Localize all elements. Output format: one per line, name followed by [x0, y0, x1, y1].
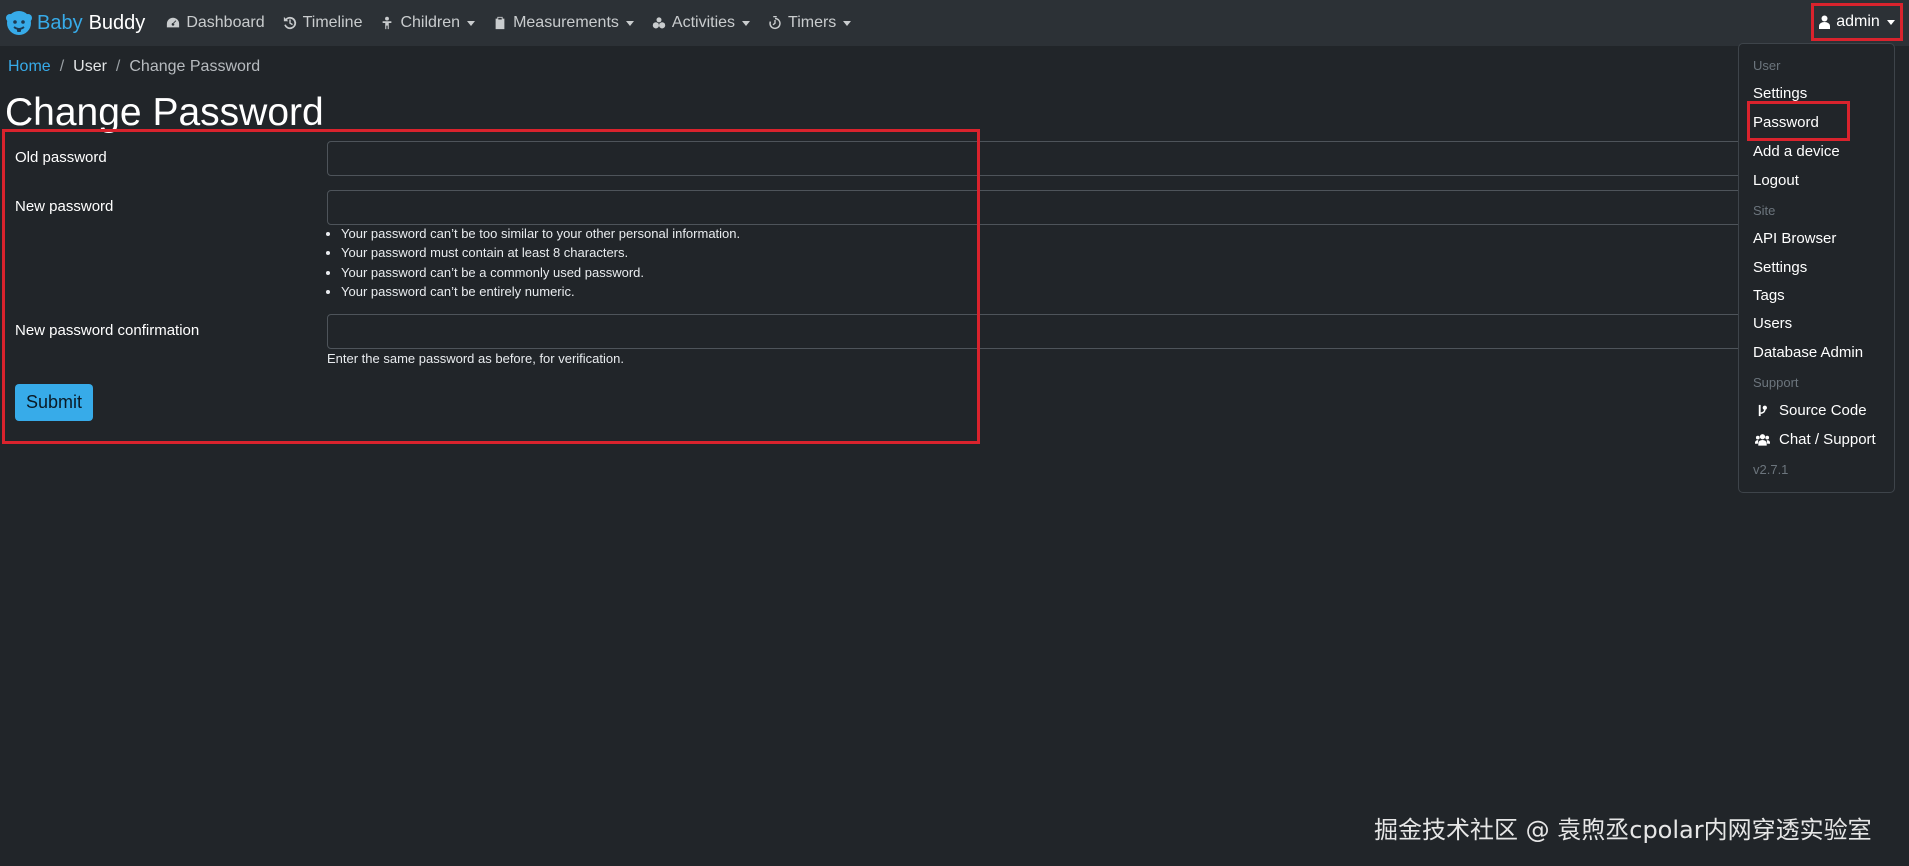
history-icon	[283, 16, 296, 30]
nav-dashboard[interactable]: Dashboard	[157, 0, 273, 46]
breadcrumb-separator: /	[115, 58, 121, 75]
menu-item-logout[interactable]: Logout	[1753, 172, 1799, 189]
brand-link[interactable]: Baby Buddy	[5, 0, 145, 46]
chevron-down-icon	[742, 20, 751, 26]
menu-item-database-admin[interactable]: Database Admin	[1753, 344, 1863, 361]
brand-name-buddy: Buddy	[88, 11, 146, 34]
user-menu-toggle[interactable]: admin	[1811, 3, 1903, 41]
old-password-label: Old password	[15, 149, 107, 166]
password-requirement: Your password must contain at least 8 ch…	[341, 243, 740, 262]
menu-item-users[interactable]: Users	[1753, 315, 1792, 332]
breadcrumb-user[interactable]: User	[73, 58, 107, 76]
nav-children-label: Children	[400, 14, 461, 31]
password-requirements-list: Your password can’t be too similar to yo…	[327, 224, 740, 301]
password-requirement: Your password can’t be entirely numeric.	[341, 282, 740, 301]
user-icon	[1819, 15, 1831, 29]
menu-item-site-settings[interactable]: Settings	[1753, 259, 1807, 276]
chevron-down-icon	[625, 20, 634, 26]
child-icon	[383, 16, 392, 30]
dropdown-header-site: Site	[1753, 203, 1776, 218]
menu-item-settings[interactable]: Settings	[1753, 85, 1807, 102]
dropdown-header-user: User	[1753, 58, 1781, 73]
nav-measurements-label: Measurements	[513, 14, 619, 31]
breadcrumb: Home / User / Change Password	[8, 58, 260, 76]
menu-item-source-code[interactable]: Source Code	[1753, 402, 1867, 419]
menu-item-tags[interactable]: Tags	[1753, 287, 1785, 304]
users-icon	[1755, 434, 1770, 446]
nav-timers-label: Timers	[788, 14, 837, 31]
breadcrumb-separator: /	[59, 58, 65, 75]
menu-item-password[interactable]: Password	[1753, 114, 1819, 131]
new-password-input[interactable]	[327, 190, 1747, 225]
nav-timers[interactable]: Timers	[759, 0, 860, 46]
password-requirement: Your password can’t be too similar to yo…	[341, 224, 740, 243]
main-nav: Dashboard Timeline Children Measurements	[157, 0, 860, 46]
new-password-label: New password	[15, 198, 114, 215]
chevron-down-icon	[1886, 19, 1895, 25]
top-navbar: Baby Buddy Dashboard Timeline Children M…	[0, 0, 1909, 46]
chevron-down-icon	[843, 20, 852, 26]
breadcrumb-current: Change Password	[129, 58, 261, 75]
timer-icon	[769, 16, 781, 30]
baby-logo-icon	[6, 11, 32, 35]
confirmation-help-text: Enter the same password as before, for v…	[327, 351, 624, 366]
nav-dashboard-label: Dashboard	[186, 14, 265, 31]
dashboard-icon	[167, 17, 180, 28]
watermark-text: 掘金技术社区 @ 袁煦丞cpolar内网穿透实验室	[1374, 816, 1872, 844]
menu-item-api-browser[interactable]: API Browser	[1753, 230, 1836, 247]
version-label: v2.7.1	[1753, 462, 1789, 477]
page-title: Change Password	[5, 91, 324, 134]
brand-name-baby: Baby	[37, 11, 83, 34]
nav-measurements[interactable]: Measurements	[484, 0, 643, 46]
password-requirement: Your password can’t be a commonly used p…	[341, 263, 740, 282]
old-password-input[interactable]	[327, 141, 1747, 176]
nav-activities-label: Activities	[671, 14, 736, 31]
nav-timeline-label: Timeline	[302, 14, 363, 31]
nav-timeline[interactable]: Timeline	[274, 0, 372, 46]
nav-activities[interactable]: Activities	[643, 0, 759, 46]
menu-item-source-code-label: Source Code	[1779, 402, 1867, 419]
clipboard-icon	[495, 16, 505, 30]
confirmation-input[interactable]	[327, 314, 1747, 349]
menu-item-chat-support[interactable]: Chat / Support	[1753, 431, 1876, 448]
user-menu-label: admin	[1836, 13, 1880, 30]
menu-item-chat-support-label: Chat / Support	[1779, 431, 1876, 448]
code-branch-icon	[1758, 404, 1767, 417]
dropdown-header-support: Support	[1753, 375, 1799, 390]
activities-icon	[652, 17, 666, 29]
submit-button[interactable]: Submit	[15, 384, 93, 421]
user-dropdown-menu: User Settings Password Add a device Logo…	[1738, 43, 1895, 493]
chevron-down-icon	[467, 20, 476, 26]
menu-item-add-device[interactable]: Add a device	[1753, 143, 1840, 160]
confirmation-label: New password confirmation	[15, 322, 200, 339]
nav-children[interactable]: Children	[371, 0, 484, 46]
breadcrumb-home[interactable]: Home	[8, 58, 51, 76]
